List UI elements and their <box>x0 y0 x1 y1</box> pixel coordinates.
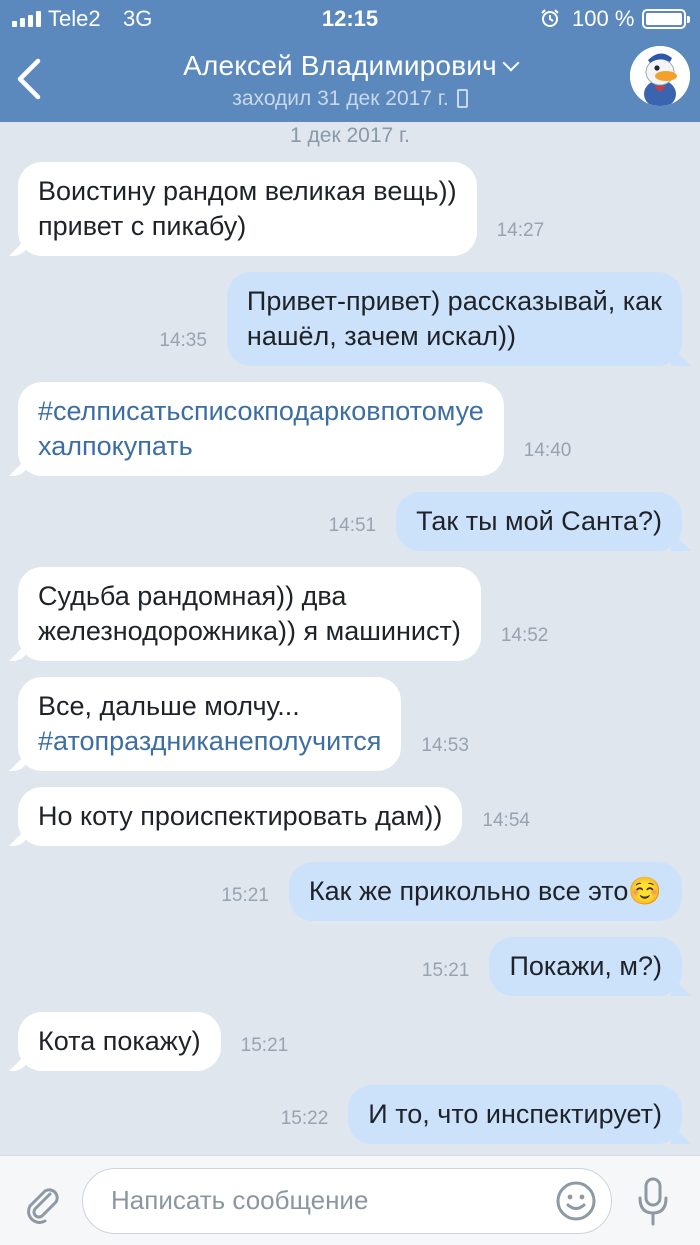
alarm-icon <box>541 9 559 27</box>
message-bubble[interactable]: Но коту происпектировать дам)) <box>18 787 463 846</box>
message-time: 14:27 <box>496 220 545 241</box>
message-incoming[interactable]: Все, дальше молчу... #атопраздниканеполу… <box>18 677 489 771</box>
contact-name[interactable]: Алексей Владимирович <box>0 50 700 82</box>
message-outgoing[interactable]: Как же прикольно все это☺️ 15:21 <box>201 862 682 921</box>
message-bubble[interactable]: Как же прикольно все это☺️ <box>288 862 682 921</box>
message-line: Но коту происпектировать дам)) <box>38 801 443 831</box>
message-incoming[interactable]: Но коту происпектировать дам)) 14:54 <box>18 787 550 846</box>
phone-icon <box>456 89 468 108</box>
message-composer <box>0 1155 700 1245</box>
emoji-icon[interactable] <box>555 1180 597 1222</box>
message-incoming[interactable]: Воистину рандом великая вещь)) привет с … <box>18 162 564 256</box>
avatar[interactable] <box>630 46 690 106</box>
message-bubble[interactable]: Воистину рандом великая вещь)) привет с … <box>18 162 477 256</box>
chevron-down-icon <box>502 54 520 72</box>
message-bubble[interactable]: И то, что инспектирует) <box>348 1085 682 1144</box>
message-bubble[interactable]: Так ты мой Санта?) <box>396 492 682 551</box>
message-time: 14:51 <box>328 515 377 536</box>
message-outgoing[interactable]: Так ты мой Санта?) 14:51 <box>309 492 682 551</box>
message-time: 14:52 <box>500 625 549 646</box>
message-incoming[interactable]: Судьба рандомная)) два железнодорожника)… <box>18 567 568 661</box>
message-input-box[interactable] <box>82 1168 612 1234</box>
message-time: 14:40 <box>523 440 572 461</box>
message-line: Все, дальше молчу... <box>38 691 300 721</box>
hashtag-link[interactable]: #селписатьсписокподарковпотомуе <box>38 394 484 429</box>
paperclip-icon[interactable] <box>20 1180 64 1224</box>
message-bubble[interactable]: Покажи, м?) <box>489 937 682 996</box>
message-outgoing[interactable]: И то, что инспектирует) 15:22 <box>261 1085 682 1144</box>
message-time: 15:21 <box>221 885 269 906</box>
message-bubble[interactable]: #селписатьсписокподарковпотомуе халпокуп… <box>18 382 504 476</box>
battery-icon <box>642 9 690 29</box>
message-time: 14:53 <box>421 735 469 756</box>
last-seen: заходил 31 дек 2017 г. <box>0 86 700 111</box>
message-line: И то, что инспектирует) <box>368 1099 662 1129</box>
message-line: Как же прикольно все это☺️ <box>308 876 662 906</box>
contact-name-text: Алексей Владимирович <box>183 50 497 81</box>
message-time: 14:54 <box>482 810 530 831</box>
message-bubble[interactable]: Привет-привет) рассказывай, как нашёл, з… <box>226 272 682 366</box>
message-time: 15:22 <box>280 1108 329 1129</box>
date-separator: 1 дек 2017 г. <box>290 124 410 147</box>
message-bubble[interactable]: Судьба рандомная)) два железнодорожника)… <box>18 567 481 661</box>
status-bar: Tele2 3G 12:15 100 % <box>0 0 700 38</box>
chat-header: Tele2 3G 12:15 100 % Алексей Владимирови… <box>0 0 700 122</box>
message-input[interactable] <box>111 1169 531 1231</box>
battery-fill <box>646 13 682 25</box>
last-seen-text: заходил 31 дек 2017 г. <box>232 87 449 110</box>
hashtag-link[interactable]: халпокупать <box>38 429 484 464</box>
message-line: нашёл, зачем искал)) <box>246 321 516 351</box>
message-line: Покажи, м?) <box>509 951 662 981</box>
message-line: Воистину рандом великая вещь)) <box>38 176 457 206</box>
battery-percent: 100 % <box>572 6 635 31</box>
message-time: 14:35 <box>159 330 207 351</box>
message-incoming[interactable]: #селписатьсписокподарковпотомуе халпокуп… <box>18 382 591 476</box>
message-line: привет с пикабу) <box>38 211 247 241</box>
message-bubble[interactable]: Кота покажу) <box>18 1012 221 1071</box>
message-line: Кота покажу) <box>38 1026 201 1056</box>
message-time: 15:21 <box>240 1035 289 1056</box>
message-bubble[interactable]: Все, дальше молчу... #атопраздниканеполу… <box>18 677 402 771</box>
microphone-icon[interactable] <box>636 1176 670 1228</box>
message-outgoing[interactable]: Привет-привет) рассказывай, как нашёл, з… <box>139 272 682 366</box>
message-outgoing[interactable]: Покажи, м?) 15:21 <box>402 937 682 996</box>
message-line: Так ты мой Санта?) <box>416 506 662 536</box>
message-line: железнодорожника)) я машинист) <box>38 616 461 646</box>
message-line: Судьба рандомная)) два <box>38 581 347 611</box>
message-time: 15:21 <box>421 960 470 981</box>
message-line: Привет-привет) рассказывай, как <box>246 286 662 316</box>
hashtag-link[interactable]: #атопраздниканеполучится <box>38 724 381 759</box>
message-incoming[interactable]: Кота покажу) 15:21 <box>18 1012 308 1071</box>
